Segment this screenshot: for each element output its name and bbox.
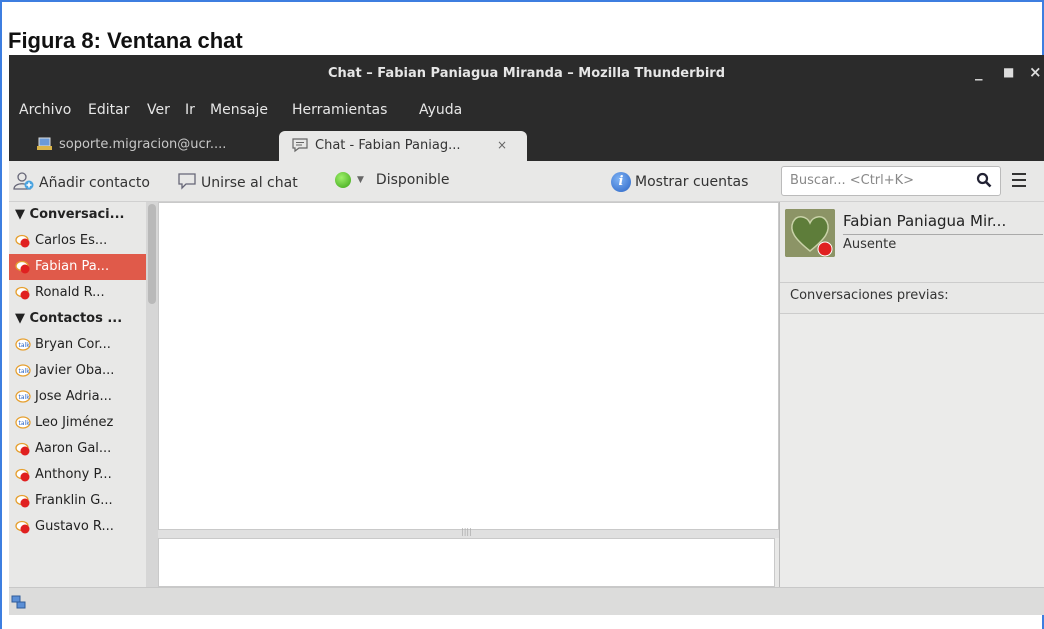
conversation-item[interactable]: Ronald R... — [9, 280, 146, 306]
join-chat-label: Unirse al chat — [201, 175, 298, 191]
contact-label: Franklin G... — [35, 493, 113, 508]
talk-online-icon: talk — [15, 338, 31, 357]
offline-status-icon — [15, 468, 31, 487]
window-title: Chat – Fabian Paniagua Miranda – Mozilla… — [327, 66, 726, 81]
menu-hamburger-icon[interactable] — [1012, 173, 1026, 191]
thunderbird-window: Chat – Fabian Paniagua Miranda – Mozilla… — [9, 55, 1044, 615]
conversation-area — [158, 202, 779, 530]
svg-text:talk: talk — [19, 368, 31, 375]
talk-online-icon: talk — [15, 390, 31, 409]
offline-status-icon — [15, 260, 31, 279]
search-input[interactable]: Buscar... <Ctrl+K> — [781, 166, 1001, 196]
status-bar — [9, 587, 1044, 615]
conversation-label: Ronald R... — [35, 285, 105, 300]
menu-mensaje[interactable]: Mensaje — [210, 102, 268, 118]
offline-status-icon — [15, 442, 31, 461]
minimize-button[interactable]: _ — [975, 63, 983, 81]
info-icon: i — [611, 172, 631, 192]
tab-bar: soporte.migracion@ucr.... Chat - Fabian … — [9, 125, 1044, 161]
contact-item[interactable]: talk Javier Oba... — [9, 358, 146, 384]
contacts-sidebar: ▼ Conversaci... Carlos Es... Fabian Pa..… — [9, 202, 158, 587]
contacts-header-label: ▼ Contactos ... — [15, 311, 123, 326]
conversations-header-label: ▼ Conversaci... — [15, 207, 125, 222]
previous-conversations-label: Conversaciones previas: — [790, 288, 949, 303]
menu-ayuda[interactable]: Ayuda — [419, 102, 462, 118]
status-label: Disponible — [375, 172, 450, 188]
name-divider — [843, 234, 1043, 235]
search-placeholder: Buscar... <Ctrl+K> — [790, 173, 915, 188]
menu-ir[interactable]: Ir — [185, 102, 195, 118]
contact-name: Fabian Paniagua Mir... — [843, 212, 1007, 230]
conversation-label: Fabian Pa... — [35, 259, 110, 274]
section-divider — [780, 282, 1044, 283]
status-available-icon — [335, 172, 351, 188]
svg-text:talk: talk — [19, 342, 31, 349]
tab-close-icon[interactable]: × — [497, 138, 507, 152]
svg-text:talk: talk — [19, 420, 31, 427]
contact-label: Gustavo R... — [35, 519, 114, 534]
contact-avatar — [785, 209, 835, 257]
menu-herramientas[interactable]: Herramientas — [292, 102, 387, 118]
conversations-header[interactable]: ▼ Conversaci... — [9, 202, 146, 228]
add-contact-button[interactable]: Añadir contacto — [13, 172, 150, 194]
offline-status-icon — [15, 494, 31, 513]
menu-editar[interactable]: Editar — [88, 102, 129, 118]
add-contact-label: Añadir contacto — [39, 175, 150, 191]
show-accounts-button[interactable]: i Mostrar cuentas — [611, 172, 748, 192]
contact-item[interactable]: Anthony P... — [9, 462, 146, 488]
chat-icon — [291, 137, 309, 157]
account-icon — [37, 137, 53, 151]
svg-text:talk: talk — [19, 394, 31, 401]
add-contact-icon — [13, 172, 35, 194]
contacts-header[interactable]: ▼ Contactos ... — [9, 306, 146, 332]
contact-label: Anthony P... — [35, 467, 112, 482]
menu-archivo[interactable]: Archivo — [19, 102, 71, 118]
message-input[interactable] — [158, 538, 775, 587]
offline-status-icon — [15, 286, 31, 305]
contact-item[interactable]: talk Jose Adria... — [9, 384, 146, 410]
close-window-button[interactable]: × — [1029, 63, 1042, 81]
chevron-down-icon: ▼ — [357, 175, 364, 185]
contact-item[interactable]: Aaron Gal... — [9, 436, 146, 462]
show-accounts-label: Mostrar cuentas — [635, 174, 749, 190]
splitter-grip-icon: |||| — [461, 527, 472, 536]
contact-status: Ausente — [843, 237, 897, 252]
conversation-item[interactable]: Carlos Es... — [9, 228, 146, 254]
contact-item[interactable]: talk Leo Jiménez — [9, 410, 146, 436]
scrollbar-thumb[interactable] — [148, 204, 156, 304]
offline-status-icon — [15, 520, 31, 539]
pane-splitter[interactable]: |||| — [158, 527, 779, 538]
talk-online-icon: talk — [15, 416, 31, 435]
sidebar-scrollbar[interactable] — [146, 202, 158, 587]
talk-online-icon: talk — [15, 364, 31, 383]
conversation-item-selected[interactable]: Fabian Pa... — [9, 254, 146, 280]
network-status-icon[interactable] — [11, 594, 27, 614]
menu-ver[interactable]: Ver — [147, 102, 170, 118]
join-chat-icon — [177, 172, 197, 194]
menu-bar: Archivo Editar Ver Ir Mensaje Herramient… — [9, 95, 1044, 125]
tab-chat-label: Chat - Fabian Paniag... — [315, 138, 461, 153]
contact-item[interactable]: Gustavo R... — [9, 514, 146, 540]
contact-label: Jose Adria... — [35, 389, 112, 404]
tab-mail-label: soporte.migracion@ucr.... — [59, 137, 227, 152]
contact-label: Bryan Cor... — [35, 337, 111, 352]
previous-conversations-list[interactable] — [780, 314, 1044, 587]
contact-item[interactable]: Franklin G... — [9, 488, 146, 514]
search-icon[interactable] — [976, 172, 992, 192]
tab-mail-account[interactable]: soporte.migracion@ucr.... — [29, 131, 284, 161]
status-selector[interactable]: ▼ Disponible — [335, 172, 450, 188]
contact-label: Leo Jiménez — [35, 415, 114, 430]
join-chat-button[interactable]: Unirse al chat — [177, 172, 298, 194]
conversation-label: Carlos Es... — [35, 233, 108, 248]
contact-label: Javier Oba... — [35, 363, 115, 378]
tab-chat[interactable]: Chat - Fabian Paniag... × — [279, 131, 527, 161]
maximize-button[interactable]: ■ — [1003, 65, 1014, 79]
offline-status-icon — [15, 234, 31, 253]
chat-toolbar: Añadir contacto Unirse al chat ▼ Disponi… — [9, 161, 1044, 202]
figure-caption: Figura 8: Ventana chat — [8, 28, 243, 53]
contact-info-panel: Fabian Paniagua Mir... Ausente Conversac… — [779, 202, 1044, 587]
contact-label: Aaron Gal... — [35, 441, 112, 456]
contact-item[interactable]: talk Bryan Cor... — [9, 332, 146, 358]
title-bar: Chat – Fabian Paniagua Miranda – Mozilla… — [9, 55, 1044, 95]
